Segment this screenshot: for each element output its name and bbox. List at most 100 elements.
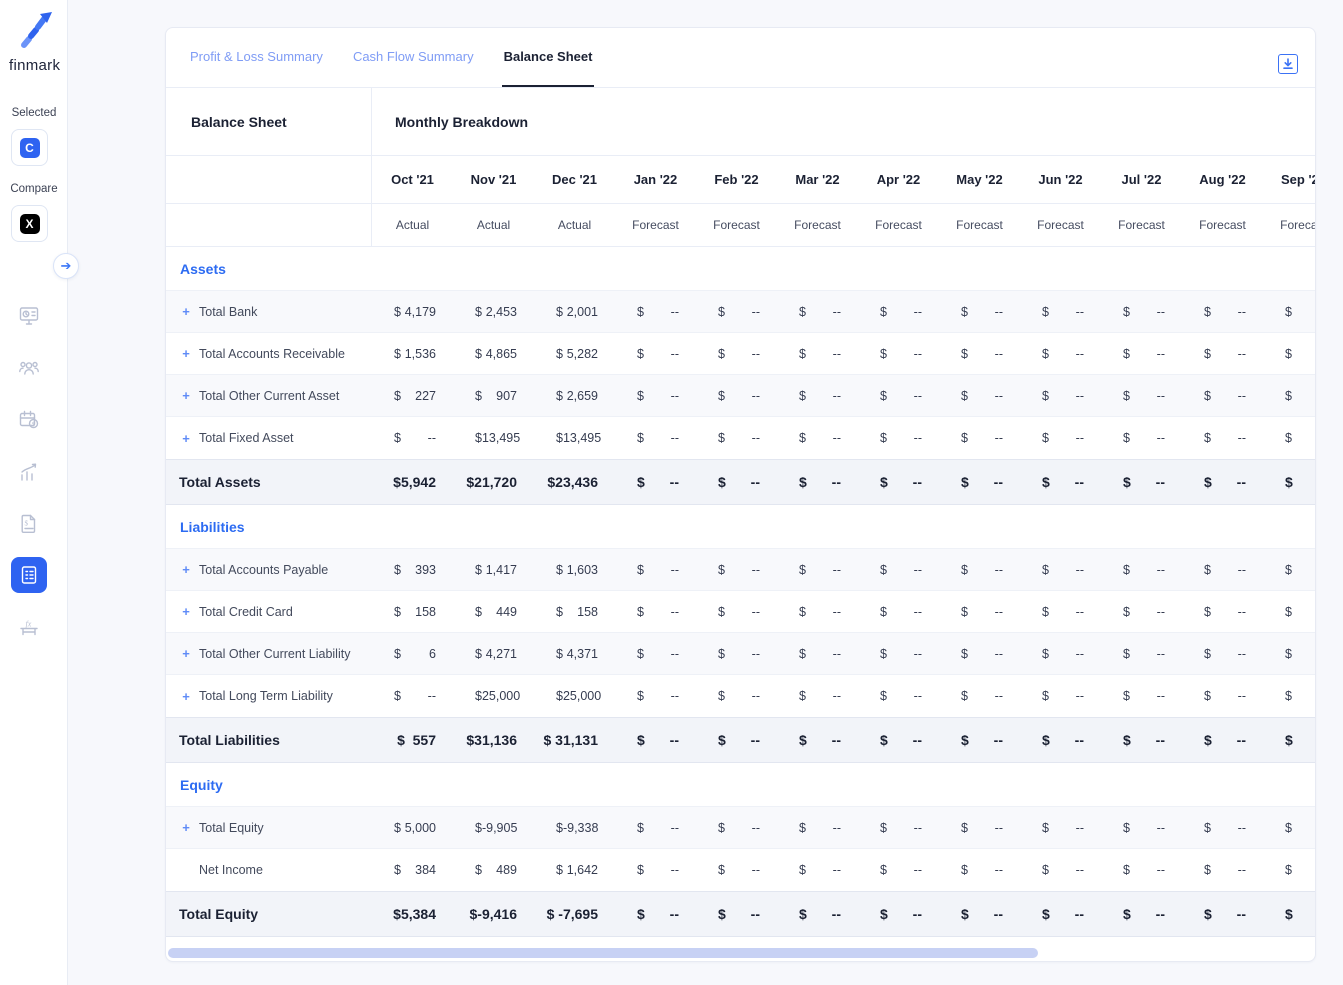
currency-symbol: $	[1285, 821, 1292, 835]
value-cell: $--	[615, 633, 696, 674]
currency-symbol: $	[799, 906, 807, 922]
total-label: Total Liabilities	[179, 732, 280, 748]
sidebar-collapse-button[interactable]: ➔	[53, 253, 79, 279]
cell-value: --	[833, 389, 841, 403]
cell-value: --	[671, 563, 679, 577]
currency-symbol: $	[1123, 821, 1130, 835]
cell-value: --	[670, 474, 679, 490]
expand-row-button[interactable]: +	[178, 646, 194, 661]
cell-value: 25,000	[563, 689, 601, 703]
value-cell: $--	[777, 549, 858, 590]
sidebar-item-reports[interactable]	[11, 557, 47, 593]
selected-scenario-button[interactable]: C	[11, 129, 48, 166]
column-header-spacer	[166, 204, 372, 246]
total-value-cell: $--	[1020, 718, 1101, 762]
cell-value: --	[995, 605, 1003, 619]
column-type-label: Actual	[453, 204, 534, 246]
currency-symbol: $	[718, 389, 725, 403]
sidebar-item-formulas[interactable]: fx	[11, 609, 47, 645]
expand-row-button[interactable]: +	[178, 689, 194, 704]
value-cell: $227	[372, 375, 453, 416]
value-cell: $6	[372, 633, 453, 674]
expand-row-button[interactable]: +	[178, 304, 194, 319]
value-cell: $158	[372, 591, 453, 632]
value-cell: $--	[1101, 375, 1182, 416]
cell-value: --	[1076, 431, 1084, 445]
month-column-header: Feb '22	[696, 156, 777, 203]
total-value-cell: $--	[777, 892, 858, 936]
cell-value: 4,865	[486, 347, 517, 361]
currency-symbol: $	[718, 605, 725, 619]
currency-symbol: $	[961, 563, 968, 577]
total-value-cell: $--	[1263, 460, 1316, 504]
value-cell: $--	[939, 849, 1020, 891]
value-cell: $--	[696, 549, 777, 590]
currency-symbol: $	[556, 605, 563, 619]
currency-symbol: $	[1123, 305, 1130, 319]
currency-symbol: $	[475, 389, 482, 403]
value-cell: $--	[777, 291, 858, 332]
currency-symbol: $	[1123, 732, 1131, 748]
expand-row-button[interactable]: +	[178, 388, 194, 403]
cell-value: --	[914, 431, 922, 445]
cell-value: --	[995, 347, 1003, 361]
expand-row-button[interactable]: +	[178, 820, 194, 835]
balance-sheet-table: Oct '21Nov '21Dec '21Jan '22Feb '22Mar '…	[166, 156, 1316, 937]
value-cell: $--	[858, 291, 939, 332]
value-cell: $--	[858, 633, 939, 674]
cell-value: --	[994, 474, 1003, 490]
total-value-cell: $--	[939, 460, 1020, 504]
total-label-cell: Total Liabilities	[166, 718, 372, 762]
cell-value: --	[671, 605, 679, 619]
currency-symbol: $	[1204, 689, 1211, 703]
value-cell: $--	[1101, 333, 1182, 374]
sidebar-item-invoices[interactable]: $	[11, 506, 47, 542]
expand-row-button[interactable]: +	[178, 431, 194, 446]
cell-value: 4,271	[486, 647, 517, 661]
cell-value: --	[670, 732, 679, 748]
logo-text: finmark	[9, 57, 59, 74]
total-value: $ 557	[397, 732, 436, 748]
currency-symbol: $	[718, 305, 725, 319]
horizontal-scrollbar[interactable]	[168, 948, 1038, 958]
sidebar-item-team[interactable]	[11, 350, 47, 386]
currency-symbol: $	[637, 347, 644, 361]
value-cell: $--	[1182, 633, 1263, 674]
cell-value: --	[833, 863, 841, 877]
value-cell: $--	[1182, 333, 1263, 374]
tab-cash-flow-summary[interactable]: Cash Flow Summary	[351, 28, 476, 87]
sidebar-item-dashboard[interactable]	[11, 298, 47, 334]
currency-symbol: $	[637, 305, 644, 319]
cell-value: 5,282	[567, 347, 598, 361]
expand-row-button[interactable]: +	[178, 604, 194, 619]
currency-symbol: $	[1042, 347, 1049, 361]
currency-symbol: $	[1204, 821, 1211, 835]
value-cell: $--	[777, 807, 858, 848]
export-download-button[interactable]	[1278, 54, 1298, 74]
currency-symbol: $	[1123, 431, 1130, 445]
value-cell: $4,865	[453, 333, 534, 374]
sidebar-item-billing[interactable]: $	[11, 402, 47, 438]
currency-symbol: $	[637, 431, 644, 445]
expand-row-button[interactable]: +	[178, 562, 194, 577]
cell-value: --	[832, 732, 841, 748]
currency-symbol: $	[637, 906, 645, 922]
tab-profit-loss-summary[interactable]: Profit & Loss Summary	[188, 28, 325, 87]
value-cell: $--	[1101, 633, 1182, 674]
cell-value: --	[671, 647, 679, 661]
cell-value: 25,000	[482, 689, 520, 703]
expand-row-button[interactable]: +	[178, 346, 194, 361]
value-cell: $-9,905	[453, 807, 534, 848]
currency-symbol: $	[637, 474, 645, 490]
currency-symbol: $	[718, 647, 725, 661]
cell-value: --	[670, 906, 679, 922]
currency-symbol: $	[394, 689, 401, 703]
row-label-cell: +Total Credit Card	[166, 591, 372, 632]
value-cell: $--	[696, 807, 777, 848]
table-row: +Total Credit Card$158$449$158$--$--$--$…	[166, 591, 1316, 633]
compare-scenario-button[interactable]: X	[11, 205, 48, 242]
cell-value: -9,338	[563, 821, 598, 835]
cell-value: --	[1157, 605, 1165, 619]
tab-balance-sheet[interactable]: Balance Sheet	[502, 28, 595, 87]
sidebar-item-projections[interactable]	[11, 454, 47, 490]
